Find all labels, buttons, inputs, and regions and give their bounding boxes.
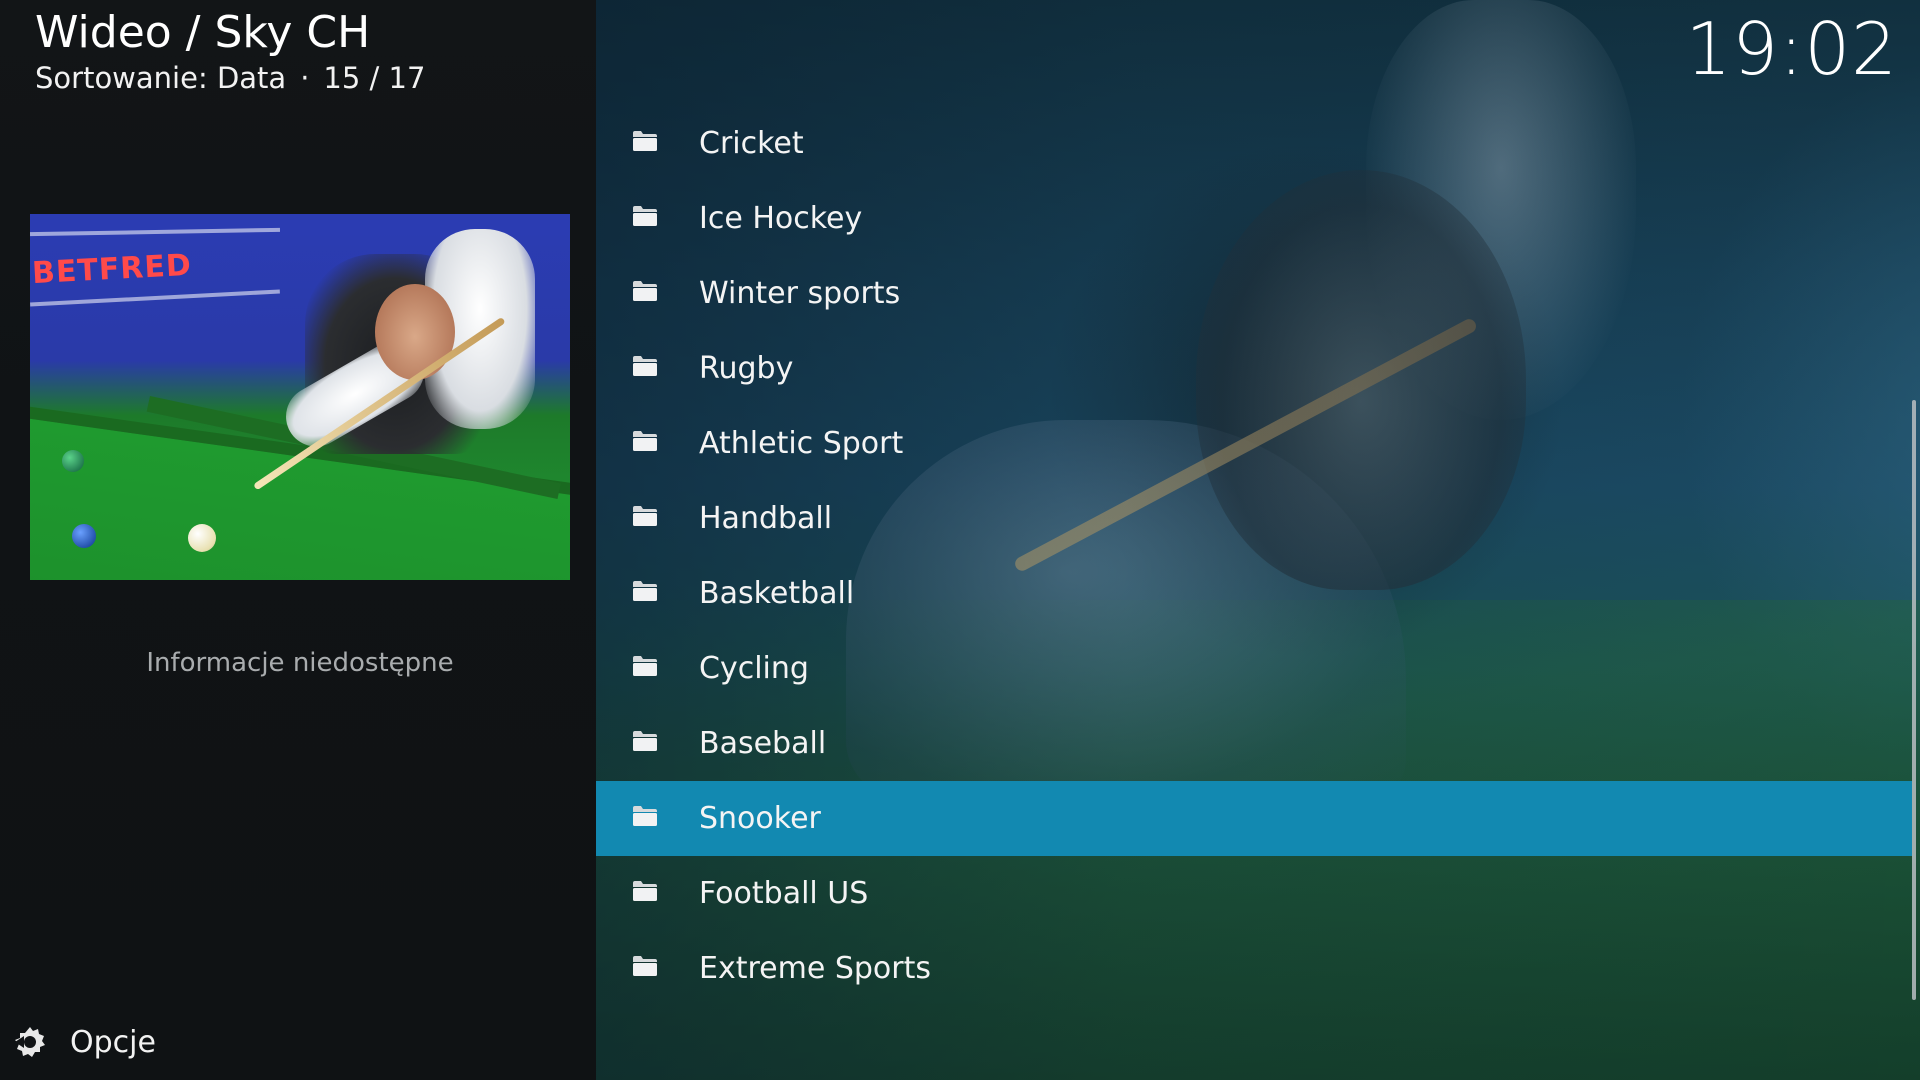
- item-position: 15 / 17: [323, 61, 426, 95]
- folder-icon: [633, 656, 657, 676]
- list-item-folder[interactable]: Cricket: [596, 106, 1912, 181]
- banner-line-bottom: [30, 289, 280, 307]
- folder-list: Cricket Ice Hockey Winter sports Rugby Athle…: [596, 106, 1912, 1006]
- info-unavailable-text: Informacje niedostępne: [146, 648, 454, 678]
- sort-info: Sortowanie: Data · 15 / 17: [35, 60, 425, 96]
- media-browser-screen: Wideo / Sky CH Sortowanie: Data · 15 / 17 …: [0, 0, 1920, 1080]
- list-item-label: Winter sports: [699, 276, 901, 311]
- list-item-folder[interactable]: Basketball: [596, 556, 1912, 631]
- list-item-label: Handball: [699, 501, 833, 536]
- info-panel: Wideo / Sky CH Sortowanie: Data · 15 / 17 …: [0, 0, 596, 1080]
- list-item-label: Cycling: [699, 651, 809, 686]
- folder-icon: [633, 131, 657, 151]
- banner-line-top: [30, 227, 281, 237]
- list-item-label: Cricket: [699, 126, 804, 161]
- folder-icon: [633, 731, 657, 751]
- list-item-folder[interactable]: Athletic Sport: [596, 406, 1912, 481]
- header: Wideo / Sky CH Sortowanie: Data · 15 / 17: [35, 6, 425, 96]
- thumbnail-cue-ball: [188, 524, 216, 552]
- list-item-label: Ice Hockey: [699, 201, 863, 236]
- sponsor-logo: BETFRED: [31, 247, 193, 292]
- folder-icon: [633, 206, 657, 226]
- list-item-folder[interactable]: Extreme Sports: [596, 931, 1912, 1006]
- list-item-label: Extreme Sports: [699, 951, 931, 986]
- options-label: Opcje: [70, 1024, 156, 1060]
- breadcrumb-path: Wideo / Sky CH: [35, 7, 371, 58]
- thumbnail-sponsor-banner: BETFRED: [30, 224, 281, 307]
- list-item-label: Football US: [699, 876, 869, 911]
- list-item-label: Basketball: [699, 576, 855, 611]
- folder-icon: [633, 881, 657, 901]
- sort-label: Sortowanie: Data: [35, 61, 287, 95]
- list-item-folder[interactable]: Snooker: [596, 781, 1912, 856]
- list-item-label: Athletic Sport: [699, 426, 904, 461]
- folder-icon: [633, 281, 657, 301]
- list-item-folder[interactable]: Cycling: [596, 631, 1912, 706]
- options-gear-icon: [15, 1027, 45, 1057]
- sort-separator: ·: [300, 61, 310, 95]
- item-thumbnail: BETFRED: [30, 214, 570, 580]
- folder-icon: [633, 806, 657, 826]
- list-item-folder[interactable]: Winter sports: [596, 256, 1912, 331]
- list-item-label: Snooker: [699, 801, 821, 836]
- thumbnail-blue-ball: [72, 524, 96, 548]
- list-item-folder[interactable]: Handball: [596, 481, 1912, 556]
- folder-icon: [633, 506, 657, 526]
- folder-icon: [633, 956, 657, 976]
- list-item-folder[interactable]: Baseball: [596, 706, 1912, 781]
- list-item-folder[interactable]: Ice Hockey: [596, 181, 1912, 256]
- clock: 19:02: [1685, 7, 1898, 91]
- list-item-folder[interactable]: Football US: [596, 856, 1912, 931]
- thumbnail-player-face: [375, 284, 455, 380]
- thumbnail-green-ball: [62, 450, 84, 472]
- options-button[interactable]: Opcje: [12, 1022, 156, 1062]
- list-scrollbar[interactable]: [1912, 400, 1916, 1000]
- list-item-folder[interactable]: Rugby: [596, 331, 1912, 406]
- folder-icon: [633, 356, 657, 376]
- list-item-label: Baseball: [699, 726, 827, 761]
- folder-icon: [633, 431, 657, 451]
- folder-icon: [633, 581, 657, 601]
- list-item-label: Rugby: [699, 351, 794, 386]
